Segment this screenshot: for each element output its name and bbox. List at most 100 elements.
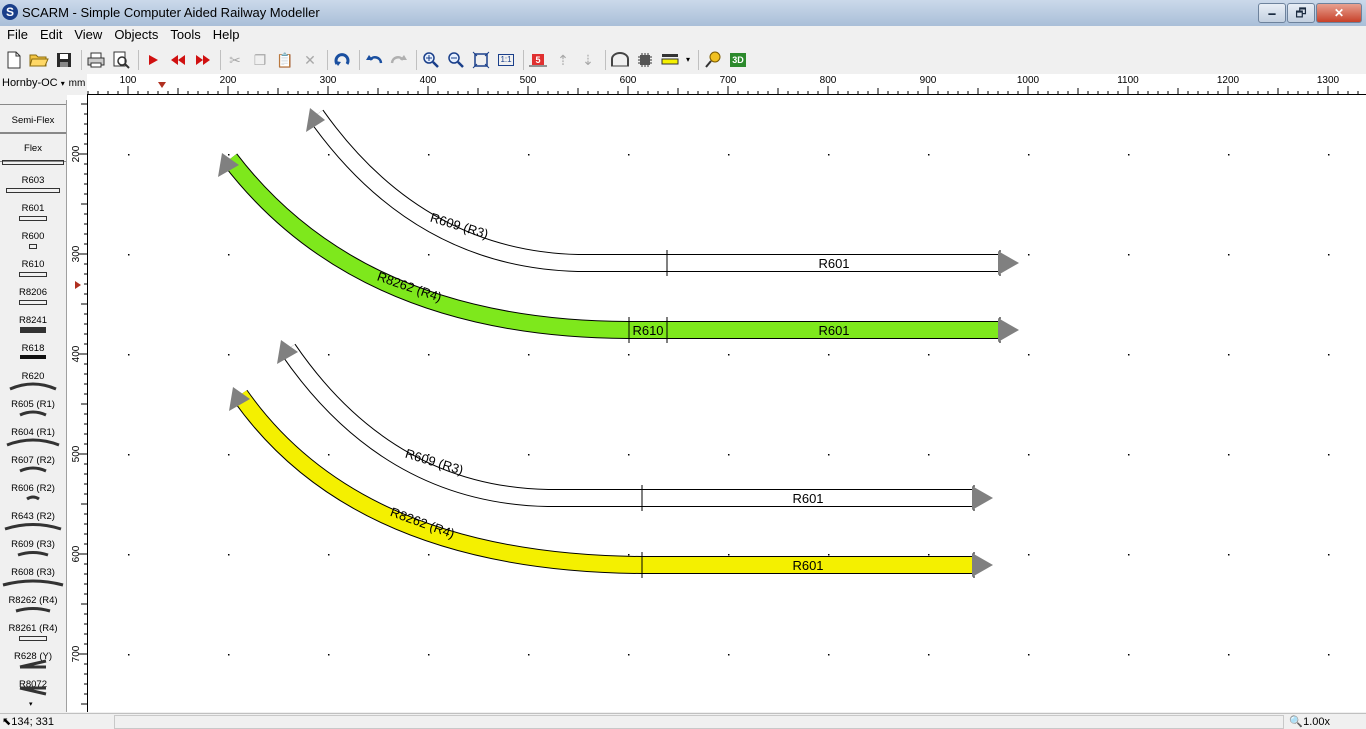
straight-track-icon — [19, 216, 47, 221]
chevron-down-icon[interactable]: ▾ — [29, 700, 33, 708]
toolbar-separator — [416, 50, 417, 70]
layer-up-icon[interactable]: ⇡ — [552, 49, 574, 71]
library-item-r618[interactable]: R618 — [0, 327, 66, 356]
library-item-r8206[interactable]: R8206 — [0, 272, 66, 300]
library-item-semi-flex[interactable]: Semi-Flex — [0, 104, 66, 134]
library-item-label: R603 — [21, 175, 45, 186]
zoom-1-1-icon[interactable]: 1:1 — [495, 49, 517, 71]
menu-help[interactable]: Help — [206, 26, 245, 46]
maximize-button[interactable]: 🗗 — [1287, 3, 1315, 23]
tunnel-icon[interactable] — [609, 49, 631, 71]
ruler-label: 1300 — [1317, 75, 1340, 86]
library-item-r600[interactable]: R600 — [0, 216, 66, 244]
library-item-r643-r2[interactable]: R643 (R2) — [0, 495, 66, 524]
library-item-flex[interactable]: Flex — [0, 132, 66, 162]
vertical-ruler[interactable]: 200 300 400 500 600 700 — [67, 95, 88, 712]
status-bar: ⬉134; 331 🔍1.00x — [0, 713, 1366, 729]
library-item-r604-r1[interactable]: R604 (R1) — [0, 410, 66, 440]
close-button[interactable]: ✕ — [1316, 3, 1362, 23]
ruler-label: 600 — [620, 75, 637, 86]
open-folder-icon[interactable] — [28, 49, 50, 71]
toolbar-separator — [359, 50, 360, 70]
library-select-value: Hornby-OC — [2, 77, 58, 89]
ruler-label: 300 — [320, 75, 337, 86]
new-file-icon[interactable] — [3, 49, 25, 71]
track-end-arrow[interactable] — [998, 251, 1019, 275]
measure-icon[interactable] — [702, 49, 724, 71]
menu-view[interactable]: View — [67, 26, 107, 46]
ruler-label: 200 — [220, 75, 237, 86]
library-item-r8261-r4[interactable]: R8261 (R4) — [0, 607, 66, 636]
library-item-r605-r1[interactable]: R605 (R1) — [0, 382, 66, 412]
library-select[interactable]: Hornby-OC ▾ — [0, 74, 66, 92]
library-item-r8241[interactable]: R8241 — [0, 300, 66, 328]
ruler-label: 500 — [520, 75, 537, 86]
menu-tools[interactable]: Tools — [163, 26, 205, 46]
horizontal-ruler[interactable]: 100 200 300 400 500 600 700 800 900 1000 1100 1200 1… — [87, 74, 1366, 95]
menu-edit[interactable]: Edit — [33, 26, 67, 46]
library-item-label: R618 — [21, 343, 45, 354]
library-item-label: R8206 — [19, 287, 47, 298]
library-item-more[interactable]: ▾ — [0, 686, 66, 712]
library-item-label: R8241 — [19, 315, 47, 326]
cut-icon[interactable]: ✂ — [224, 49, 246, 71]
track-r609-curve[interactable] — [308, 109, 668, 272]
dropdown-icon[interactable]: ▾ — [684, 49, 692, 71]
print-preview-icon[interactable] — [110, 49, 132, 71]
library-item-r609-r3[interactable]: R609 (R3) — [0, 523, 66, 552]
save-icon[interactable] — [53, 49, 75, 71]
layout-canvas[interactable]: R609 (R3) R601 R8262 (R4) R610 R601 R609… — [88, 95, 1366, 712]
straight-track-icon — [19, 300, 47, 305]
track-label: R601 — [818, 323, 849, 338]
library-item-r601[interactable]: R601 — [0, 188, 66, 216]
delete-icon[interactable]: ✕ — [299, 49, 321, 71]
chip-icon[interactable] — [634, 49, 656, 71]
undo-icon[interactable] — [363, 49, 385, 71]
color-fill-icon[interactable] — [659, 49, 681, 71]
forward-icon[interactable] — [192, 49, 214, 71]
svg-text:5: 5 — [535, 55, 540, 65]
toolbar-separator — [523, 50, 524, 70]
straight-track-icon — [2, 160, 64, 165]
track-end-arrow[interactable] — [972, 553, 993, 577]
library-item-r8262-r4[interactable]: R8262 (R4) — [0, 579, 66, 608]
ruler-label: 600 — [71, 545, 82, 562]
ruler-label: 1200 — [1217, 75, 1240, 86]
title-bar: S SCARM - Simple Computer Aided Railway … — [0, 0, 1366, 27]
view-3d-icon[interactable]: 3D — [727, 49, 749, 71]
toolbar-separator — [327, 50, 328, 70]
app-logo-icon[interactable]: S — [2, 4, 18, 20]
curve-track-icon — [19, 466, 47, 473]
library-item-r606-r2[interactable]: R606 (R2) — [0, 466, 66, 496]
rewind-icon[interactable] — [167, 49, 189, 71]
track-end-arrow[interactable] — [972, 486, 993, 510]
menu-file[interactable]: File — [0, 26, 33, 46]
library-item-label: R610 — [21, 259, 45, 270]
curve-track-icon — [9, 382, 57, 391]
library-item-r607-r2[interactable]: R607 (R2) — [0, 438, 66, 468]
track-r609-curve[interactable] — [280, 343, 642, 507]
zoom-in-icon[interactable] — [420, 49, 442, 71]
copy-icon[interactable]: ❐ — [249, 49, 271, 71]
select-arrow-icon[interactable] — [142, 49, 164, 71]
track-end-arrow[interactable] — [998, 318, 1019, 342]
library-item-r610[interactable]: R610 — [0, 244, 66, 272]
paste-icon[interactable]: 📋 — [274, 49, 296, 71]
flex-track-icon[interactable]: 5 — [527, 49, 549, 71]
ruler-label: 900 — [920, 75, 937, 86]
track-label: R601 — [818, 256, 849, 271]
library-item-r608-r3[interactable]: R608 (R3) — [0, 551, 66, 580]
menu-objects[interactable]: Objects — [107, 26, 163, 46]
minimize-button[interactable]: 🗕 — [1258, 3, 1286, 23]
layer-down-icon[interactable]: ⇣ — [577, 49, 599, 71]
point-track-icon — [19, 686, 47, 696]
zoom-out-icon[interactable] — [445, 49, 467, 71]
redo-icon[interactable] — [388, 49, 410, 71]
print-icon[interactable] — [85, 49, 107, 71]
curve-track-icon — [2, 579, 64, 587]
library-item-r603[interactable]: R603 — [0, 160, 66, 188]
rotate-icon[interactable] — [331, 49, 353, 71]
track-label: R601 — [792, 491, 823, 506]
library-item-r620[interactable]: R620 — [0, 355, 66, 384]
zoom-fit-icon[interactable] — [470, 49, 492, 71]
